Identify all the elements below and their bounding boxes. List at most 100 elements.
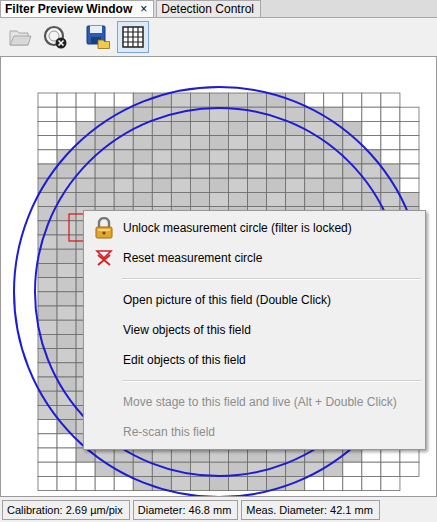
field-cell[interactable] xyxy=(38,263,57,277)
field-cell[interactable] xyxy=(381,121,400,135)
field-cell[interactable] xyxy=(95,164,114,178)
field-cell[interactable] xyxy=(171,93,190,107)
field-cell[interactable] xyxy=(95,448,114,462)
field-cell[interactable] xyxy=(57,249,76,263)
field-cell[interactable] xyxy=(305,93,324,107)
field-cell[interactable] xyxy=(400,136,419,150)
field-cell[interactable] xyxy=(38,420,57,434)
field-cell[interactable] xyxy=(133,192,152,206)
field-cell[interactable] xyxy=(76,448,95,462)
field-cell[interactable] xyxy=(57,221,76,235)
field-cell[interactable] xyxy=(229,476,248,490)
field-cell[interactable] xyxy=(229,164,248,178)
menu-item[interactable]: View objects of this field xyxy=(84,315,425,345)
field-cell[interactable] xyxy=(286,136,305,150)
field-cell[interactable] xyxy=(38,150,57,164)
field-cell[interactable] xyxy=(171,448,190,462)
field-cell[interactable] xyxy=(95,192,114,206)
field-cell[interactable] xyxy=(57,349,76,363)
field-cell[interactable] xyxy=(133,462,152,476)
field-cell[interactable] xyxy=(133,107,152,121)
field-cell[interactable] xyxy=(209,448,228,462)
field-cell[interactable] xyxy=(286,150,305,164)
field-cell[interactable] xyxy=(343,178,362,192)
field-cell[interactable] xyxy=(305,164,324,178)
field-cell[interactable] xyxy=(381,448,400,462)
field-cell[interactable] xyxy=(95,107,114,121)
field-cell[interactable] xyxy=(248,93,267,107)
field-cell[interactable] xyxy=(324,150,343,164)
field-cell[interactable] xyxy=(209,462,228,476)
field-cell[interactable] xyxy=(57,306,76,320)
filter-canvas[interactable]: Unlock measurement circle (filter is loc… xyxy=(0,56,437,497)
field-cell[interactable] xyxy=(381,462,400,476)
field-cell[interactable] xyxy=(190,136,209,150)
field-cell[interactable] xyxy=(190,93,209,107)
field-cell[interactable] xyxy=(362,448,381,462)
field-cell[interactable] xyxy=(114,164,133,178)
field-cell[interactable] xyxy=(38,476,57,490)
field-cell[interactable] xyxy=(381,93,400,107)
field-cell[interactable] xyxy=(171,178,190,192)
grid-button[interactable] xyxy=(117,21,149,53)
field-cell[interactable] xyxy=(324,462,343,476)
field-cell[interactable] xyxy=(267,150,286,164)
field-cell[interactable] xyxy=(209,107,228,121)
field-cell[interactable] xyxy=(190,192,209,206)
field-cell[interactable] xyxy=(286,107,305,121)
field-cell[interactable] xyxy=(38,192,57,206)
field-cell[interactable] xyxy=(229,150,248,164)
field-cell[interactable] xyxy=(267,178,286,192)
field-cell[interactable] xyxy=(343,476,362,490)
field-cell[interactable] xyxy=(248,192,267,206)
field-cell[interactable] xyxy=(76,93,95,107)
field-cell[interactable] xyxy=(229,136,248,150)
field-cell[interactable] xyxy=(267,136,286,150)
field-cell[interactable] xyxy=(38,320,57,334)
field-cell[interactable] xyxy=(57,235,76,249)
menu-item[interactable]: Open picture of this field (Double Click… xyxy=(84,285,425,315)
field-cell[interactable] xyxy=(209,476,228,490)
field-cell[interactable] xyxy=(171,121,190,135)
field-cell[interactable] xyxy=(267,192,286,206)
menu-item[interactable]: Edit objects of this field xyxy=(84,345,425,375)
field-cell[interactable] xyxy=(76,462,95,476)
field-cell[interactable] xyxy=(209,150,228,164)
field-cell[interactable] xyxy=(324,192,343,206)
field-cell[interactable] xyxy=(209,93,228,107)
field-cell[interactable] xyxy=(114,178,133,192)
field-cell[interactable] xyxy=(343,448,362,462)
field-cell[interactable] xyxy=(190,164,209,178)
field-cell[interactable] xyxy=(57,462,76,476)
save-button[interactable] xyxy=(82,21,114,53)
field-cell[interactable] xyxy=(133,136,152,150)
field-cell[interactable] xyxy=(248,448,267,462)
field-cell[interactable] xyxy=(171,164,190,178)
field-cell[interactable] xyxy=(171,136,190,150)
field-cell[interactable] xyxy=(400,107,419,121)
field-cell[interactable] xyxy=(248,136,267,150)
field-cell[interactable] xyxy=(171,150,190,164)
field-cell[interactable] xyxy=(209,192,228,206)
field-cell[interactable] xyxy=(57,448,76,462)
field-cell[interactable] xyxy=(95,462,114,476)
field-cell[interactable] xyxy=(381,150,400,164)
field-cell[interactable] xyxy=(57,278,76,292)
field-cell[interactable] xyxy=(209,178,228,192)
field-cell[interactable] xyxy=(38,448,57,462)
field-cell[interactable] xyxy=(57,164,76,178)
field-cell[interactable] xyxy=(57,334,76,348)
field-cell[interactable] xyxy=(248,476,267,490)
field-cell[interactable] xyxy=(248,178,267,192)
field-cell[interactable] xyxy=(286,192,305,206)
field-cell[interactable] xyxy=(38,278,57,292)
field-cell[interactable] xyxy=(400,178,419,192)
field-cell[interactable] xyxy=(248,150,267,164)
field-cell[interactable] xyxy=(171,192,190,206)
field-cell[interactable] xyxy=(209,121,228,135)
field-cell[interactable] xyxy=(248,164,267,178)
field-cell[interactable] xyxy=(95,178,114,192)
tab-close-button[interactable]: × xyxy=(140,2,147,16)
field-cell[interactable] xyxy=(95,476,114,490)
field-cell[interactable] xyxy=(267,164,286,178)
